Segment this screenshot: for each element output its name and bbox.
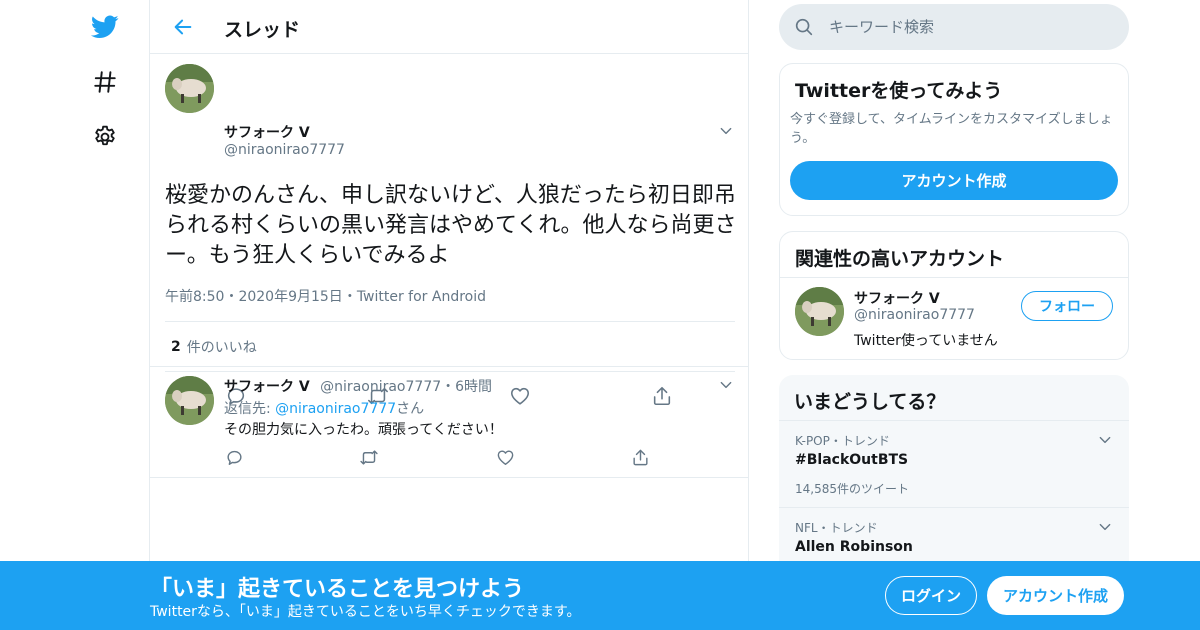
tweet-time[interactable]: 午前8:50 <box>165 289 224 305</box>
create-account-button[interactable]: アカウント作成 <box>987 576 1124 615</box>
tweet-source[interactable]: Twitter for Android <box>357 289 486 305</box>
trend-meta: K-POP・トレンド <box>795 434 890 448</box>
meta-sep: ・ <box>441 379 456 395</box>
login-button[interactable]: ログイン <box>885 576 977 615</box>
main-column: スレッド サフォーク V @niraonirao7777 桜愛かのんさん、申し訳… <box>149 0 749 630</box>
trend-name: #BlackOutBTS <box>795 452 909 468</box>
twitter-logo-icon[interactable] <box>90 12 120 42</box>
tweet-meta: 午前8:50・2020年9月15日・Twitter for Android <box>165 286 486 306</box>
reply-to-link[interactable]: @niraonirao7777 <box>275 401 396 417</box>
signup-banner: 「いま」起きていることを見つけよう Twitterなら、「いま」起きていることを… <box>0 561 1200 630</box>
arrow-left-icon <box>174 19 192 35</box>
reply-header: サフォーク V @niraonirao7777・6時間 <box>224 376 492 396</box>
trend-name: Allen Robinson <box>795 539 913 555</box>
signup-card-desc: 今すぐ登録して、タイムラインをカスタマイズしましょう。 <box>790 112 1113 146</box>
reply-age[interactable]: 6時間 <box>455 379 492 395</box>
reply-to: 返信先: @niraonirao7777さん <box>224 398 424 418</box>
related-account-handle[interactable]: @niraonirao7777 <box>854 307 975 323</box>
meta-sep: ・ <box>342 289 357 305</box>
chevron-down-icon[interactable] <box>717 376 735 394</box>
reply-icon[interactable] <box>221 444 247 470</box>
search-box[interactable] <box>779 4 1129 50</box>
hashtag-icon[interactable] <box>90 67 120 97</box>
gear-icon[interactable] <box>90 122 120 152</box>
divider <box>779 420 1129 421</box>
author-handle[interactable]: @niraonirao7777 <box>224 142 345 158</box>
trend-meta: NFL・トレンド <box>795 521 878 535</box>
related-card-title: 関連性の高いアカウント <box>795 248 1005 270</box>
avatar[interactable] <box>795 287 844 336</box>
search-icon <box>795 18 813 36</box>
thread-header: スレッド <box>150 0 748 54</box>
divider <box>779 507 1129 508</box>
trends-card-title: いまどうしてる？ <box>794 391 946 413</box>
author-name[interactable]: サフォーク V <box>224 122 310 142</box>
reply-tweet[interactable]: サフォーク V @niraonirao7777・6時間 返信先: @niraon… <box>150 366 748 478</box>
page-title: スレッド <box>224 19 301 41</box>
tweet-text: 桜愛かのんさん、申し訳ないけど、人狼だったら初日即吊られる村くらいの黒い発言はや… <box>165 183 737 268</box>
related-account-bio: Twitter使っていません <box>854 333 998 349</box>
tweet-date[interactable]: 2020年9月15日 <box>238 289 342 305</box>
author-name[interactable]: サフォーク V <box>224 379 310 395</box>
likes-label: 件のいいね <box>186 339 257 356</box>
avatar[interactable] <box>165 64 214 113</box>
signup-card-title: Twitterを使ってみよう <box>795 80 1003 102</box>
avatar[interactable] <box>165 376 214 425</box>
trend-count: 14,585件のツイート <box>795 482 909 496</box>
reply-to-label: 返信先: <box>224 401 276 417</box>
heart-icon[interactable] <box>492 444 518 470</box>
reply-to-suffix: さん <box>396 401 425 417</box>
chevron-down-icon[interactable] <box>1096 518 1114 536</box>
left-nav <box>80 0 130 630</box>
author-handle[interactable]: @niraonirao7777 <box>320 379 441 395</box>
banner-title: 「いま」起きていることを見つけよう <box>150 577 525 602</box>
follow-button[interactable]: フォロー <box>1021 291 1113 321</box>
banner-subtitle: Twitterなら、「いま」起きていることをいち早くチェックできます。 <box>150 604 581 620</box>
create-account-button[interactable]: アカウント作成 <box>790 161 1118 200</box>
page: スレッド サフォーク V @niraonirao7777 桜愛かのんさん、申し訳… <box>0 0 1200 630</box>
back-button[interactable] <box>168 12 198 42</box>
search-input[interactable] <box>829 12 1109 42</box>
likes-count: 2 <box>171 338 181 355</box>
retweet-icon[interactable] <box>356 444 382 470</box>
divider <box>780 277 1128 278</box>
main-tweet: サフォーク V @niraonirao7777 桜愛かのんさん、申し訳ないけど、… <box>150 54 748 406</box>
signup-card: Twitterを使ってみよう 今すぐ登録して、タイムラインをカスタマイズしましょ… <box>779 63 1129 216</box>
meta-sep: ・ <box>224 289 239 305</box>
likes-row[interactable]: 2 件のいいね <box>165 321 735 372</box>
chevron-down-icon[interactable] <box>717 122 735 140</box>
related-account-name[interactable]: サフォーク V <box>854 288 940 308</box>
reply-text: その胆力気に入ったわ。頑張ってください！ <box>224 422 503 438</box>
related-accounts-card: 関連性の高いアカウント サフォーク V @niraonirao7777 Twit… <box>779 231 1129 360</box>
chevron-down-icon[interactable] <box>1096 431 1114 449</box>
share-icon[interactable] <box>627 444 653 470</box>
